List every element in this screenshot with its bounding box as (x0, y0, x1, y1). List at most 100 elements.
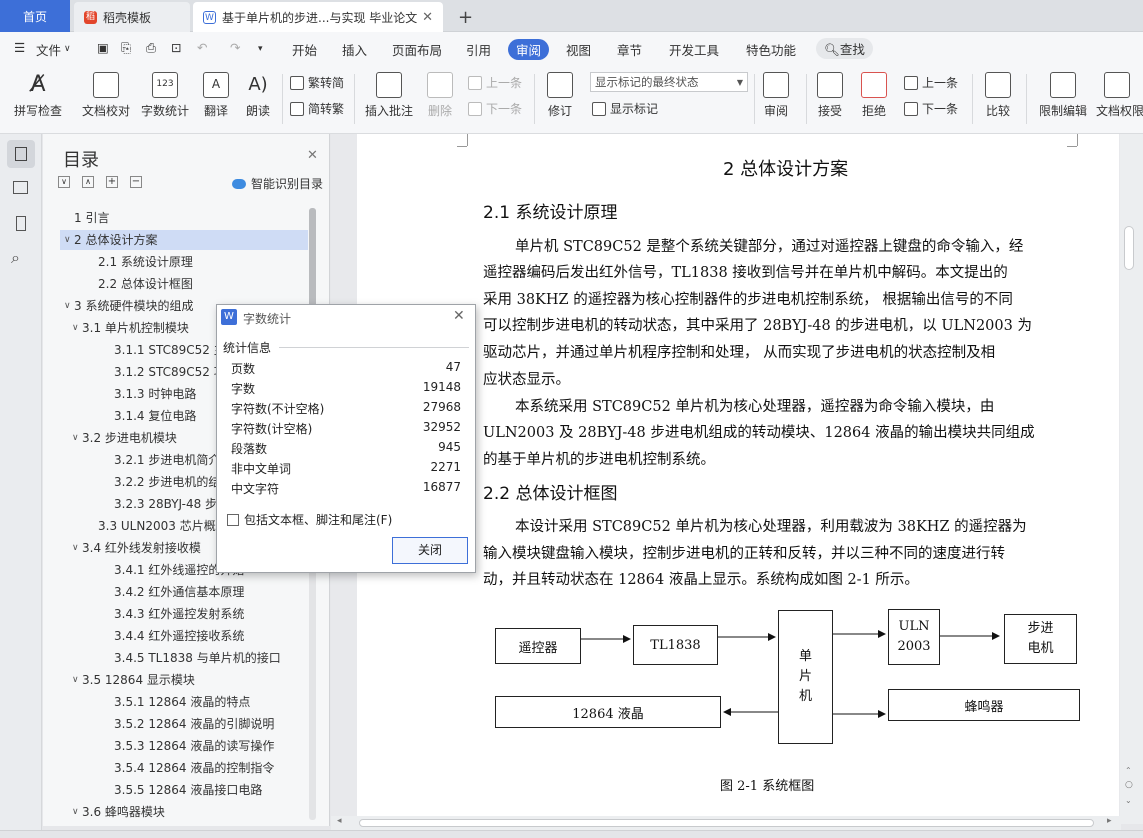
vertical-scroll-thumb[interactable] (1124, 226, 1134, 270)
expand-caret-icon[interactable]: ∨ (72, 802, 79, 822)
bookmark-icon[interactable] (11, 214, 31, 234)
restrict-edit-button[interactable]: 限制编辑 (1036, 72, 1090, 119)
stat-row: 非中文单词 2271 (231, 460, 461, 480)
toc-scroll-thumb[interactable] (309, 208, 316, 318)
scroll-right-icon[interactable]: ▸ (1107, 816, 1112, 826)
print-preview-icon[interactable]: ⊡ (171, 40, 181, 55)
close-panel-icon[interactable]: ✕ (307, 148, 318, 163)
chapter-nav-icon[interactable] (11, 178, 31, 198)
horizontal-scroll-thumb[interactable] (359, 819, 1094, 827)
dialog-close-icon[interactable]: ✕ (453, 308, 465, 324)
close-tab-icon[interactable]: ✕ (422, 10, 433, 25)
prev-revision-button[interactable]: 上一条 (904, 74, 958, 91)
doc-rights-button[interactable]: 文档权限 (1096, 72, 1143, 119)
reject-button[interactable]: 拒绝 (856, 72, 892, 119)
delete-comment-button[interactable]: 删除 (420, 72, 460, 119)
prev-comment-button[interactable]: 上一条 (468, 74, 522, 91)
expand-caret-icon[interactable]: ∨ (64, 230, 71, 250)
vertical-scrollbar[interactable]: ⌃ ○ ⌄ (1120, 134, 1143, 824)
menu-insert[interactable]: 插入 (342, 40, 367, 59)
find-icon[interactable]: ⌕ (11, 248, 31, 268)
compare-button[interactable]: 比较 (980, 72, 1016, 119)
toc-item[interactable]: 3.4.5 TL1838 与单片机的接口 (60, 648, 310, 668)
insert-comment-button[interactable]: 插入批注 (362, 72, 416, 119)
spell-check-button[interactable]: A̸ 拼写检查 (10, 72, 66, 119)
include-textbox-checkbox[interactable]: 包括文本框、脚注和尾注(F) (227, 511, 392, 528)
toc-item[interactable]: 3.5.2 12864 液晶的引脚说明 (60, 714, 310, 734)
menu-start[interactable]: 开始 (292, 40, 317, 59)
toc-item[interactable]: 3.4.4 红外遥控接收系统 (60, 626, 310, 646)
expand-all-icon[interactable]: ∧ (82, 176, 94, 188)
print-icon[interactable]: ⎙ (146, 40, 156, 56)
expand-caret-icon[interactable]: ∨ (64, 296, 71, 316)
export-icon[interactable]: ⎘ (121, 40, 131, 56)
next-revision-button[interactable]: 下一条 (904, 100, 958, 117)
toc-item-label: 3.3 ULN2003 芯片概述 (98, 519, 228, 533)
toc-item[interactable]: 3.4.3 红外遥控发射系统 (60, 604, 310, 624)
simp-to-trad-button[interactable]: 简转繁 (290, 100, 344, 117)
scroll-select-icon[interactable]: ○ (1125, 780, 1133, 790)
read-aloud-button[interactable]: A) 朗读 (240, 72, 276, 119)
review-pane-button[interactable]: 审阅 (758, 72, 794, 119)
new-tab-button[interactable]: + (448, 2, 483, 32)
expand-caret-icon[interactable]: ∨ (72, 318, 79, 338)
toc-item[interactable]: 3.5.1 12864 液晶的特点 (60, 692, 310, 712)
toc-item[interactable]: ∨ 3.5 12864 显示模块 (60, 670, 310, 690)
smart-toc-button[interactable]: 智能识别目录 (232, 175, 323, 192)
quick-access-dropdown-icon[interactable]: ▾ (258, 44, 263, 54)
expand-caret-icon[interactable]: ∨ (72, 538, 79, 558)
menu-view[interactable]: 视图 (566, 40, 591, 59)
menu-file[interactable]: 文件 (36, 40, 61, 59)
show-markup-button[interactable]: 显示标记 (592, 100, 658, 117)
toc-item[interactable]: ∨ 2 总体设计方案 (60, 230, 308, 250)
revise-button[interactable]: 修订 (540, 72, 580, 119)
tab-document[interactable]: W 基于单片机的步进...与实现 毕业论文 ✕ (193, 2, 443, 32)
expand-caret-icon[interactable]: ∨ (72, 670, 79, 690)
toc-item-label: 3.1 单片机控制模块 (82, 321, 189, 335)
menu-layout[interactable]: 页面布局 (392, 40, 442, 59)
expand-caret-icon[interactable]: ∨ (72, 428, 79, 448)
scroll-left-icon[interactable]: ◂ (337, 816, 342, 826)
collapse-all-icon[interactable]: ∨ (58, 176, 70, 188)
remove-entry-icon[interactable]: − (130, 176, 142, 188)
revise-label: 修订 (547, 104, 572, 118)
stat-label: 字数 (231, 382, 256, 396)
revise-icon (547, 72, 573, 98)
undo-icon[interactable]: ↶ (197, 40, 207, 55)
toc-item[interactable]: 2.2 总体设计框图 (60, 274, 310, 294)
toc-item[interactable]: 1 引言 (60, 208, 310, 228)
menu-chapter[interactable]: 章节 (617, 40, 642, 59)
trad-to-simp-button[interactable]: 繁转简 (290, 74, 344, 91)
toc-item[interactable]: 3.5.3 12864 液晶的读写操作 (60, 736, 310, 756)
add-entry-icon[interactable]: + (106, 176, 118, 188)
word-count-button[interactable]: 123 字数统计 (138, 72, 192, 119)
toc-item[interactable]: 2.1 系统设计原理 (60, 252, 310, 272)
menu-review[interactable]: 审阅 (508, 39, 550, 60)
toc-panel-icon[interactable] (7, 140, 35, 168)
menu-features[interactable]: 特色功能 (746, 40, 796, 59)
tab-home[interactable]: 首页 (0, 0, 70, 32)
scroll-next-page-icon[interactable]: ⌄ (1125, 796, 1132, 805)
horizontal-scrollbar[interactable]: ◂ ▸ (331, 816, 1121, 830)
compare-icon (985, 72, 1011, 98)
toc-item[interactable]: 3.5.4 12864 液晶的控制指令 (60, 758, 310, 778)
menu-reference[interactable]: 引用 (466, 40, 491, 59)
translate-button[interactable]: A 翻译 (196, 72, 236, 119)
toc-item[interactable]: 3.4.2 红外通信基本原理 (60, 582, 310, 602)
search-box[interactable]: 🔍︎查找 (816, 38, 873, 59)
next-comment-button[interactable]: 下一条 (468, 100, 522, 117)
dialog-close-button[interactable]: 关闭 (392, 537, 468, 564)
chevron-down-icon[interactable]: ∨ (64, 44, 71, 54)
save-icon[interactable]: ▣ (97, 40, 109, 55)
redo-icon[interactable]: ↷ (230, 40, 240, 55)
toc-item[interactable]: 3.5.5 12864 液晶接口电路 (60, 780, 310, 800)
toc-item[interactable]: ∨ 3.6 蜂鸣器模块 (60, 802, 310, 822)
doc-proof-button[interactable]: 文档校对 (78, 72, 134, 119)
accept-button[interactable]: 接受 (812, 72, 848, 119)
scroll-prev-page-icon[interactable]: ⌃ (1125, 766, 1132, 775)
menu-devtools[interactable]: 开发工具 (669, 40, 719, 59)
tab-daoke[interactable]: 稻 稻壳模板 (74, 2, 190, 32)
hamburger-icon[interactable]: ☰ (14, 40, 25, 55)
toc-item-label: 3.1.2 STC89C52 功 (114, 365, 226, 379)
markup-state-select[interactable]: 显示标记的最终状态 ▼ (590, 72, 748, 92)
